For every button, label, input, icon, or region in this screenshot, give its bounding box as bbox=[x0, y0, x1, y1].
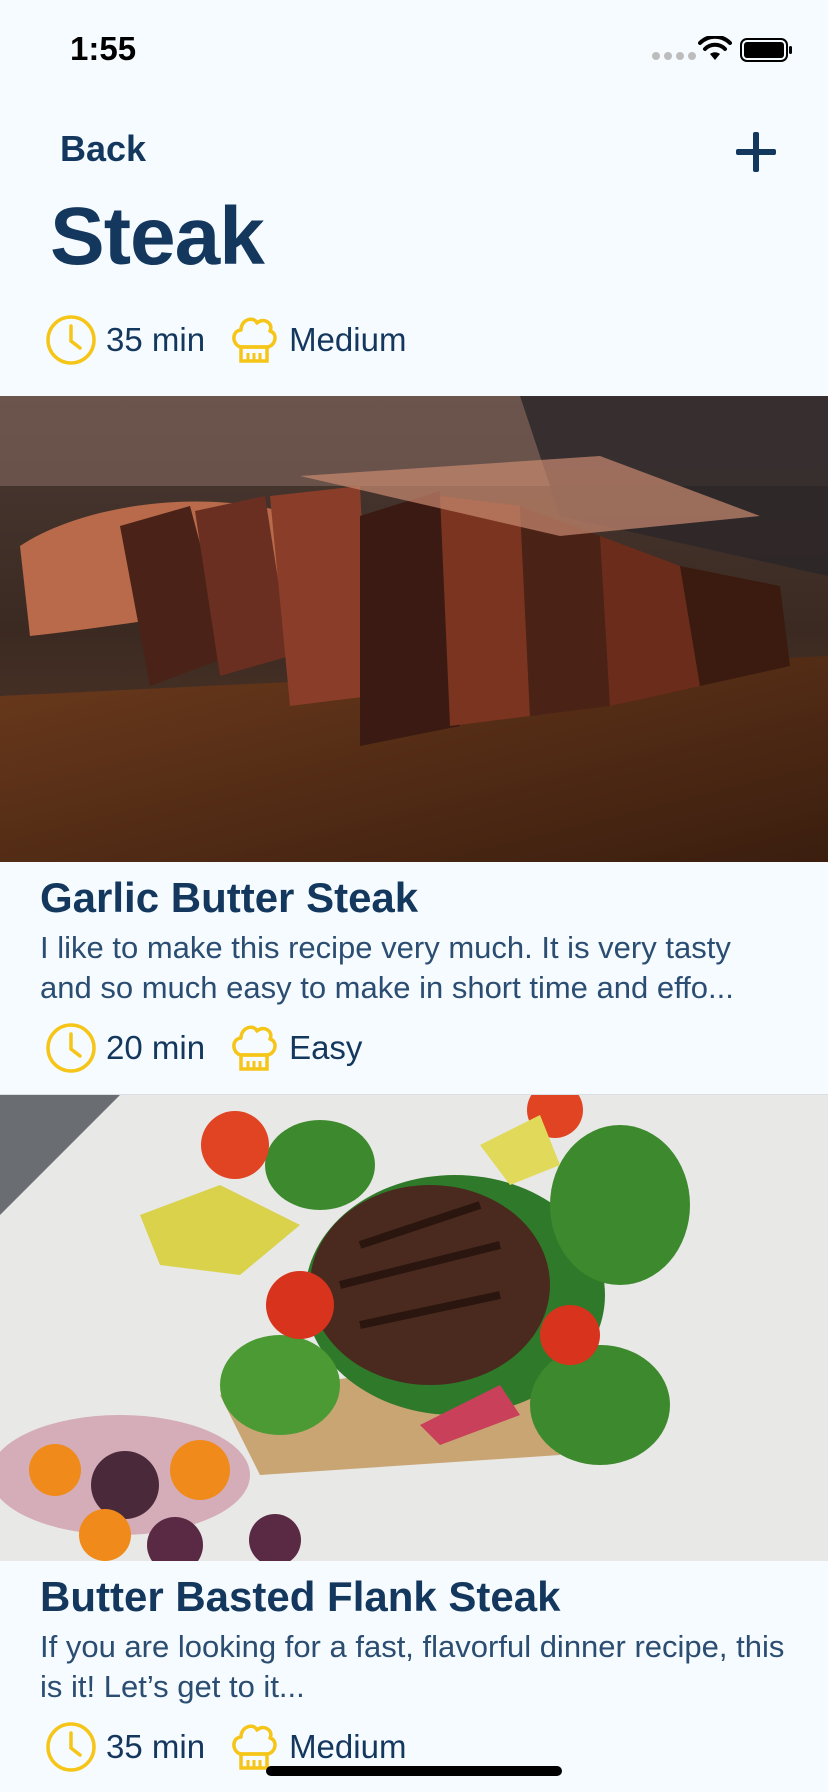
page-title: Steak bbox=[50, 191, 265, 282]
difficulty-label: Easy bbox=[289, 1029, 363, 1066]
recipe-description: If you are looking for a fast, flavorful… bbox=[40, 1629, 785, 1704]
time-meta: 20 min bbox=[44, 1021, 205, 1075]
chef-hat-icon bbox=[232, 1025, 277, 1071]
status-bar: 1:55 bbox=[0, 0, 828, 100]
recipe-card[interactable]: Butter Basted Flank Steak If you are loo… bbox=[0, 1095, 828, 1775]
time-label: 20 min bbox=[106, 1029, 206, 1066]
time-label: 35 min bbox=[106, 321, 206, 358]
difficulty-meta: Medium bbox=[227, 313, 406, 367]
cellular-signal-icon bbox=[652, 52, 696, 60]
navigation-bar: Back Steak bbox=[0, 110, 828, 290]
recipe-description: I like to make this recipe very much. It… bbox=[40, 930, 734, 1005]
recipe-meta: 20 min Easy bbox=[44, 1020, 788, 1076]
wifi-icon bbox=[698, 36, 732, 60]
time-meta: 35 min bbox=[44, 313, 205, 367]
clock-icon bbox=[46, 1023, 96, 1073]
clock-icon bbox=[46, 315, 96, 365]
time-label: 35 min bbox=[106, 1728, 206, 1765]
recipe-title: Garlic Butter Steak bbox=[40, 874, 419, 921]
chef-hat-icon bbox=[232, 317, 277, 363]
difficulty-meta: Easy bbox=[227, 1021, 362, 1075]
recipe-card[interactable]: Garlic Butter Steak I like to make this … bbox=[0, 396, 828, 1076]
back-button[interactable]: Back bbox=[60, 128, 146, 170]
sliced-steak-photo bbox=[0, 396, 828, 862]
time-meta: 35 min bbox=[44, 1720, 205, 1774]
clock-icon bbox=[46, 1722, 96, 1772]
steak-salad-plate-photo bbox=[0, 1095, 828, 1561]
difficulty-label: Medium bbox=[289, 321, 407, 358]
home-indicator[interactable] bbox=[266, 1766, 562, 1776]
status-time: 1:55 bbox=[70, 30, 137, 67]
plus-icon[interactable] bbox=[732, 128, 780, 176]
recipe-title: Butter Basted Flank Steak bbox=[40, 1573, 561, 1620]
partial-recipe-meta: 35 min Medium bbox=[44, 312, 428, 368]
difficulty-label: Medium bbox=[289, 1728, 407, 1765]
recipe-list[interactable]: 35 min Medium Garlic Butter Steak I like… bbox=[0, 290, 828, 1792]
battery-icon bbox=[740, 38, 792, 62]
